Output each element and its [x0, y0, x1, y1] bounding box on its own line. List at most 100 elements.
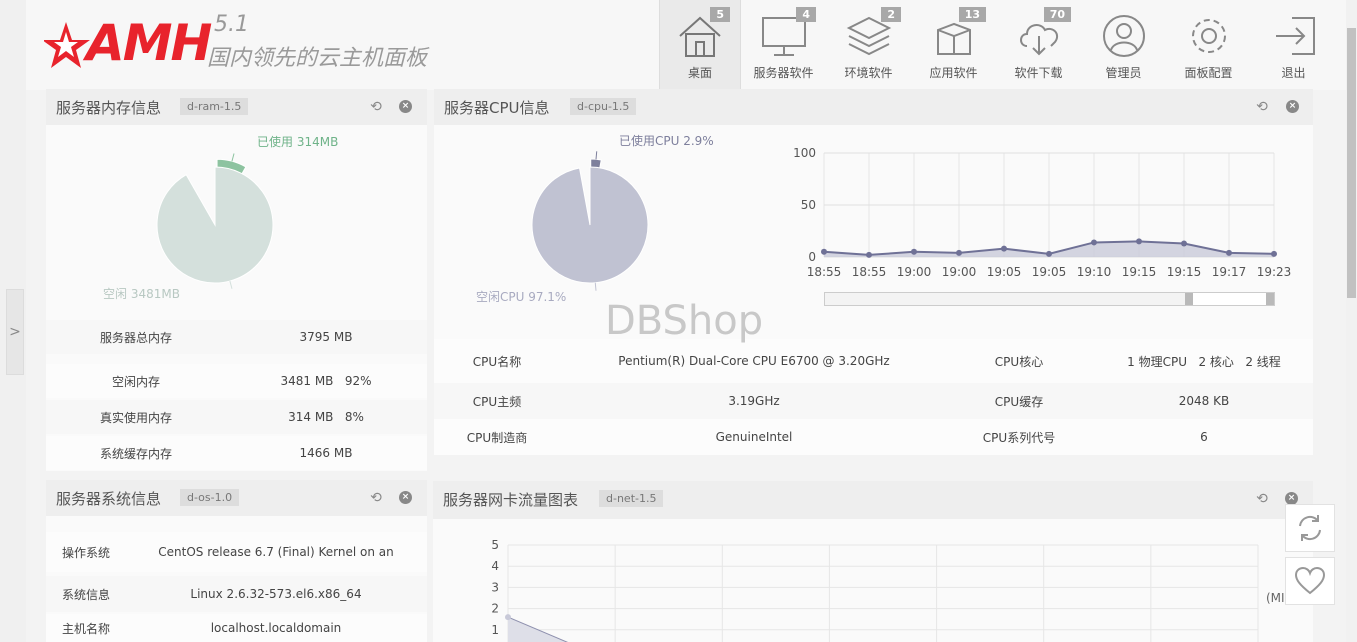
table-row: 主机名称 localhost.localdomain [46, 614, 427, 642]
panel-tag: d-net-1.5 [599, 490, 664, 507]
nav-count: 13 [958, 7, 986, 22]
panel-title: 服务器内存信息 [56, 99, 162, 117]
user-icon [1102, 15, 1145, 57]
panel-title: 服务器系统信息 [56, 490, 162, 508]
panel-title: 服务器网卡流量图表 [443, 491, 579, 509]
nav-label: 管理员 [1105, 66, 1142, 80]
slider-range [825, 293, 1189, 305]
logo[interactable]: AMH 5.1 国内领先的云主机面板 [44, 12, 464, 76]
table-row: CPU名称 Pentium(R) Dual-Core CPU E6700 @ 3… [434, 339, 1313, 383]
chart-range-slider[interactable] [824, 292, 1275, 306]
row-label: 服务器总内存 [99, 330, 172, 345]
x-tick-label: 19:00 [942, 265, 977, 279]
nav-label: 退出 [1281, 66, 1306, 80]
data-point [1181, 240, 1187, 247]
version-label: 5.1 [214, 12, 249, 37]
logo-text: AMH [86, 14, 212, 72]
y-tick-label: 0 [808, 250, 816, 264]
slider-handle-left[interactable] [1185, 293, 1193, 305]
scrollbar[interactable] [1346, 0, 1357, 642]
x-tick-label: 19:15 [1122, 265, 1157, 279]
logout-icon [1275, 17, 1315, 55]
nav-server-software[interactable]: 4 服务器软件 [741, 0, 826, 90]
slider-handle-right[interactable] [1266, 293, 1274, 305]
nav-admin[interactable]: 管理员 [1081, 0, 1166, 90]
cpu-used-label: 已使用CPU 2.9% [619, 134, 714, 148]
close-icon[interactable]: × [399, 100, 412, 113]
chevron-right-icon: > [9, 324, 21, 340]
x-tick-label: 19:10 [1077, 265, 1112, 279]
table-row: 真实使用内存 314 MB 8% [46, 400, 427, 434]
nav-software-download[interactable]: 70 软件下载 [996, 0, 1081, 90]
data-point [866, 251, 872, 258]
sidebar-toggle-button[interactable]: > [6, 289, 24, 375]
favorite-float-button[interactable] [1285, 557, 1335, 605]
data-point [1091, 239, 1097, 246]
net-unit-label: (MI [1266, 591, 1285, 605]
nav-count: 4 [796, 7, 816, 22]
data-point [505, 614, 511, 621]
gear-icon [1191, 19, 1226, 53]
row-label: 系统信息 [61, 587, 110, 602]
nav-count: 5 [710, 7, 730, 22]
row-value: 3.19GHz [728, 394, 780, 408]
ram-used-label: 已使用 314MB [257, 135, 339, 149]
close-icon[interactable]: × [399, 491, 412, 504]
data-point [1001, 245, 1007, 252]
nav-label: 面板配置 [1184, 66, 1233, 80]
row-value: 3795 MB [299, 330, 353, 344]
x-tick-label: 19:17 [1212, 265, 1247, 279]
refresh-icon[interactable]: ⟲ [368, 490, 384, 506]
row-value: GenuineIntel [715, 430, 793, 444]
nav-env-software[interactable]: 2 环境软件 [826, 0, 911, 90]
cpu-line-chart: 0 50 100 18:55 18:55 19:00 19:00 19:05 19:05 19:1… [793, 146, 1291, 279]
nav-desktop[interactable]: 5 桌面 [659, 0, 741, 90]
row-label: CPU制造商 [466, 430, 528, 445]
pie-leader [231, 153, 235, 162]
close-icon[interactable]: × [1286, 100, 1299, 113]
row-label: 真实使用内存 [99, 410, 172, 425]
row-value: 1466 MB [299, 446, 353, 460]
ram-free-label: 空闲 3481MB [103, 287, 180, 301]
cpu-panel: 服务器CPU信息 d-cpu-1.5 ⟲ × 已使用CPU 2.9% 空闲CPU… [434, 89, 1313, 455]
x-tick-label: 19:05 [1032, 265, 1067, 279]
data-point [1046, 250, 1052, 257]
refresh-icon[interactable]: ⟲ [368, 99, 384, 115]
nav-logout[interactable]: 退出 [1251, 0, 1336, 90]
data-point [1226, 249, 1232, 256]
slogan: 国内领先的云主机面板 [207, 46, 428, 71]
nav-panel-config[interactable]: 面板配置 [1166, 0, 1251, 90]
x-tick-label: 18:55 [852, 265, 887, 279]
panel-tag: d-ram-1.5 [180, 98, 249, 115]
data-point [956, 249, 962, 256]
refresh-icon[interactable]: ⟲ [1254, 491, 1270, 507]
cpu-free-label: 空闲CPU 97.1% [476, 290, 567, 304]
nav-count: 70 [1043, 7, 1071, 22]
row-value: localhost.localdomain [210, 621, 342, 635]
pie-leader [595, 151, 598, 160]
row-label: CPU系列代号 [982, 430, 1056, 445]
cpu-line: 0 50 100 18:55 18:55 19:00 19:00 19:05 19:05 19:1… [793, 146, 1291, 279]
refresh-icon[interactable]: ⟲ [1254, 99, 1270, 115]
nav-label: 应用软件 [929, 66, 978, 80]
row-value: 1 物理CPU 2 核心 2 线程 [1127, 354, 1281, 369]
nav-label: 桌面 [687, 66, 712, 80]
watermark: DBShop [605, 298, 764, 344]
row-label: CPU核心 [994, 354, 1044, 369]
main-nav: 5 桌面 4 服务器软件 2 环境软件 13 应用软件 70 软件下载 管理员 … [659, 0, 1336, 90]
row-value: CentOS release 6.7 (Final) Kernel on an [158, 545, 394, 559]
y-tick-label: 3 [491, 580, 499, 594]
row-label: 主机名称 [61, 621, 110, 636]
row-label: CPU名称 [472, 354, 522, 369]
y-tick-label: 100 [793, 146, 816, 160]
table-row: 系统信息 Linux 2.6.32-573.el6.x86_64 [46, 576, 427, 612]
nav-app-software[interactable]: 13 应用软件 [911, 0, 996, 90]
y-tick-label: 5 [491, 538, 499, 552]
y-tick-label: 4 [491, 559, 499, 573]
row-label: CPU主频 [472, 394, 522, 409]
row-value: Pentium(R) Dual-Core CPU E6700 @ 3.20GHz [618, 354, 890, 368]
scrollbar-thumb[interactable] [1347, 28, 1356, 298]
refresh-float-button[interactable] [1285, 504, 1335, 552]
x-tick-label: 19:00 [897, 265, 932, 279]
x-tick-label: 19:15 [1167, 265, 1202, 279]
